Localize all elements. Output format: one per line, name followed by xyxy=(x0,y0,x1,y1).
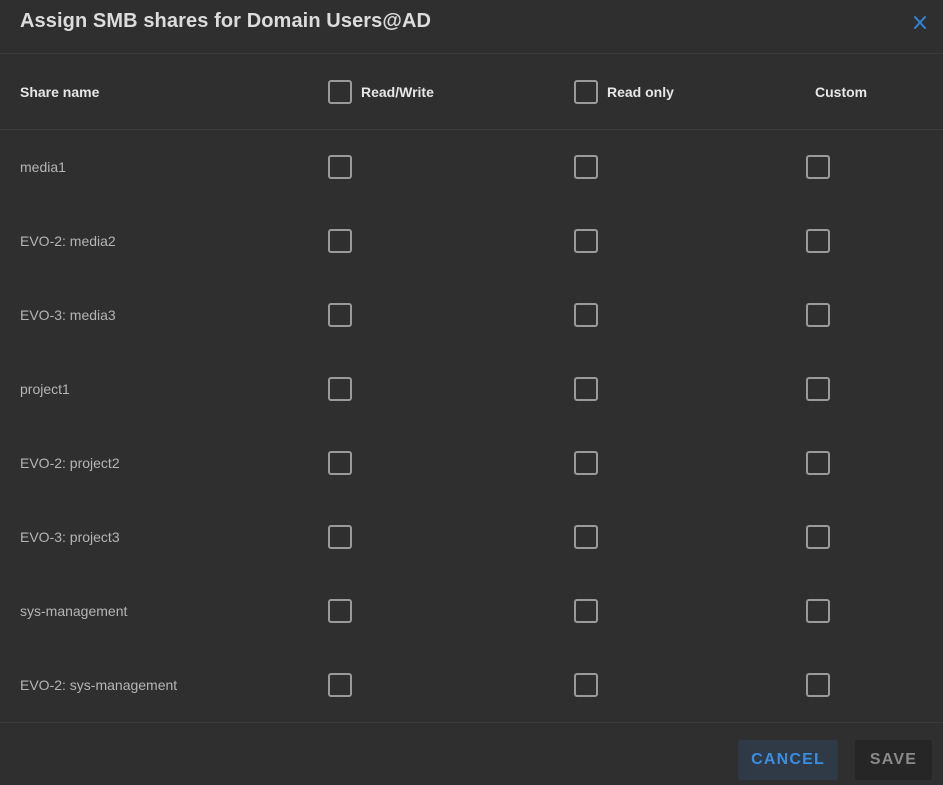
share-name: EVO-2: media2 xyxy=(20,233,116,249)
read-write-checkbox[interactable] xyxy=(328,451,352,475)
select-all-read-write-checkbox[interactable] xyxy=(328,80,352,104)
custom-checkbox[interactable] xyxy=(806,155,830,179)
assign-smb-shares-dialog: Assign SMB shares for Domain Users@AD Sh… xyxy=(0,0,943,785)
share-name: sys-management xyxy=(20,603,128,619)
table-row: project1 xyxy=(0,352,943,426)
read-only-checkbox[interactable] xyxy=(574,599,598,623)
column-header-custom: Custom xyxy=(815,84,868,100)
custom-checkbox[interactable] xyxy=(806,303,830,327)
read-only-checkbox[interactable] xyxy=(574,451,598,475)
share-name: EVO-3: project3 xyxy=(20,529,120,545)
read-write-checkbox[interactable] xyxy=(328,525,352,549)
read-only-checkbox[interactable] xyxy=(574,229,598,253)
table-row: EVO-2: sys-management xyxy=(0,648,943,722)
custom-checkbox[interactable] xyxy=(806,525,830,549)
close-button[interactable] xyxy=(908,12,932,34)
read-write-checkbox[interactable] xyxy=(328,377,352,401)
table-header: Share name Read/Write Read only Custom xyxy=(0,54,943,130)
read-write-checkbox[interactable] xyxy=(328,229,352,253)
save-button[interactable]: SAVE xyxy=(855,740,932,780)
read-write-checkbox[interactable] xyxy=(328,599,352,623)
custom-checkbox[interactable] xyxy=(806,451,830,475)
close-icon xyxy=(914,16,926,29)
table-row: EVO-3: project3 xyxy=(0,500,943,574)
dialog-header: Assign SMB shares for Domain Users@AD xyxy=(0,0,943,54)
custom-checkbox[interactable] xyxy=(806,229,830,253)
read-only-checkbox[interactable] xyxy=(574,525,598,549)
read-write-checkbox[interactable] xyxy=(328,303,352,327)
share-name: EVO-3: media3 xyxy=(20,307,116,323)
cancel-button[interactable]: CANCEL xyxy=(738,740,838,780)
read-only-checkbox[interactable] xyxy=(574,377,598,401)
share-name: media1 xyxy=(20,159,66,175)
table-row: EVO-3: media3 xyxy=(0,278,943,352)
share-name: EVO-2: project2 xyxy=(20,455,120,471)
read-only-checkbox[interactable] xyxy=(574,303,598,327)
read-write-checkbox[interactable] xyxy=(328,155,352,179)
table-row: EVO-2: media2 xyxy=(0,204,943,278)
share-name: EVO-2: sys-management xyxy=(20,677,178,693)
table-row: EVO-2: project2 xyxy=(0,426,943,500)
share-name: project1 xyxy=(20,381,70,397)
column-header-share-name: Share name xyxy=(20,84,100,100)
read-only-checkbox[interactable] xyxy=(574,673,598,697)
shares-table-body: media1 EVO-2: media2 EVO-3: media3 proje… xyxy=(0,130,943,722)
read-write-checkbox[interactable] xyxy=(328,673,352,697)
dialog-title: Assign SMB shares for Domain Users@AD xyxy=(20,10,432,32)
table-row: sys-management xyxy=(0,574,943,648)
read-only-checkbox[interactable] xyxy=(574,155,598,179)
column-header-read-write: Read/Write xyxy=(361,84,434,100)
custom-checkbox[interactable] xyxy=(806,377,830,401)
custom-checkbox[interactable] xyxy=(806,673,830,697)
dialog-footer: CANCEL SAVE xyxy=(0,722,943,785)
select-all-read-only-checkbox[interactable] xyxy=(574,80,598,104)
table-row: media1 xyxy=(0,130,943,204)
column-header-read-only: Read only xyxy=(607,84,674,100)
custom-checkbox[interactable] xyxy=(806,599,830,623)
